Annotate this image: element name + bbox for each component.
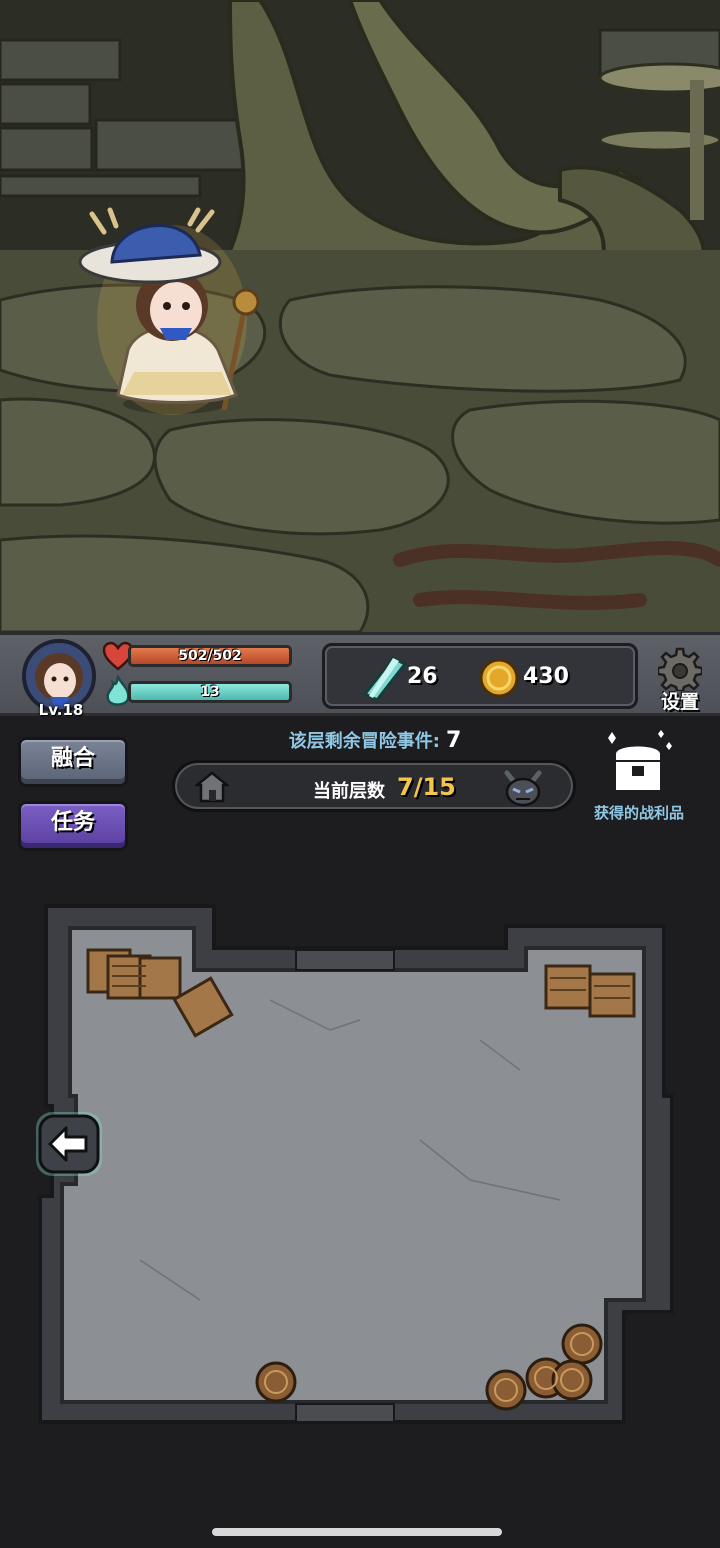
remaining-events-label: 该层剩余冒险事件: bbox=[288, 731, 440, 752]
home-indicator[interactable] bbox=[212, 1528, 502, 1536]
loot-button[interactable]: 获得的战利品 bbox=[584, 730, 694, 826]
mana-text: 13 bbox=[200, 684, 220, 700]
remaining-events-count: 7 bbox=[445, 728, 462, 753]
fuse-button[interactable]: 融合 bbox=[18, 737, 128, 787]
gear-icon bbox=[658, 647, 702, 691]
crystal-icon bbox=[363, 656, 407, 702]
demon-icon bbox=[504, 770, 542, 807]
player-level: Lv.18 bbox=[38, 701, 84, 719]
dungeon-room-map bbox=[38, 904, 674, 1424]
settings-button[interactable]: 设置 bbox=[650, 647, 710, 713]
floor-progress-bar: 当前层数 7/15 bbox=[172, 760, 576, 812]
currency-panel: 26 430 bbox=[322, 643, 638, 709]
mana-bar: 13 bbox=[128, 681, 292, 703]
coin-count: 430 bbox=[523, 664, 569, 689]
floor-label: 当前层数 bbox=[313, 781, 385, 802]
back-arrow-button[interactable] bbox=[32, 1108, 106, 1180]
treasure-chest-icon bbox=[608, 730, 672, 790]
settings-label: 设置 bbox=[660, 691, 699, 713]
house-icon bbox=[195, 771, 229, 803]
loot-label: 获得的战利品 bbox=[593, 804, 684, 822]
remaining-events: 该层剩余冒险事件: 7 bbox=[170, 727, 580, 753]
task-button[interactable]: 任务 bbox=[18, 801, 128, 851]
hp-bar: 502/502 bbox=[128, 645, 292, 667]
hp-text: 502/502 bbox=[178, 648, 242, 664]
crystal-count: 26 bbox=[407, 664, 438, 689]
battle-scene bbox=[0, 0, 720, 632]
coin-icon bbox=[479, 658, 519, 698]
player-hud: Lv.18 502/502 13 26 430 设置 bbox=[0, 632, 720, 719]
floor-value: 7/15 bbox=[397, 773, 456, 801]
